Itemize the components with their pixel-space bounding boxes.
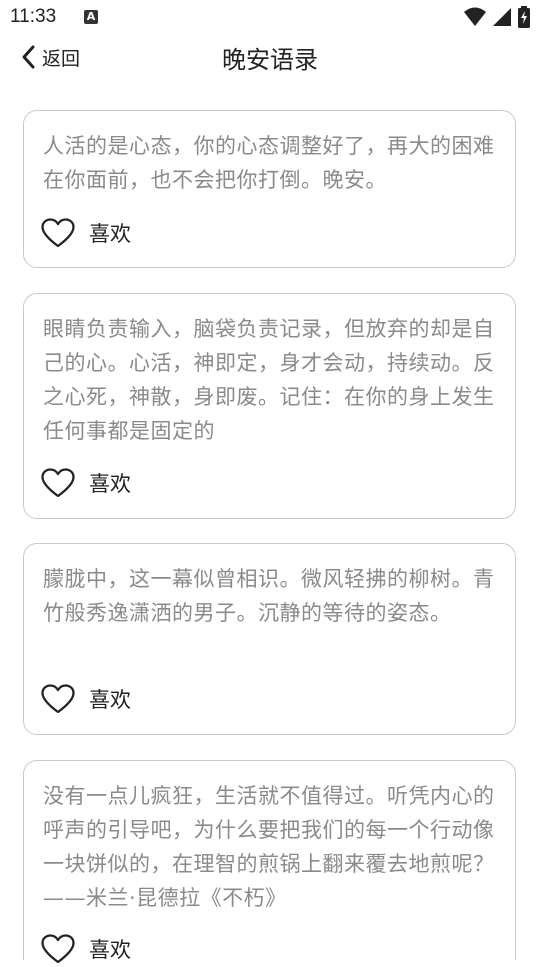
- battery-icon: [518, 6, 530, 28]
- heart-outline-icon: [41, 218, 75, 248]
- notification-icon: A: [84, 10, 98, 24]
- status-icons: [464, 6, 530, 28]
- quote-card: 人活的是心态，你的心态调整好了，再大的困难在你面前，也不会把你打倒。晚安。 喜欢: [23, 110, 516, 268]
- like-label: 喜欢: [89, 222, 131, 246]
- quote-text: 人活的是心态，你的心态调整好了，再大的困难在你面前，也不会把你打倒。晚安。: [43, 134, 495, 192]
- header: 返回 晚安语录: [0, 36, 540, 80]
- like-label: 喜欢: [89, 688, 131, 712]
- like-button[interactable]: 喜欢: [41, 931, 131, 967]
- like-button[interactable]: 喜欢: [41, 465, 131, 501]
- page-title: 晚安语录: [222, 46, 318, 74]
- heart-outline-icon: [41, 684, 75, 714]
- quote-card: 没有一点儿疯狂，生活就不值得过。听凭内心的呼声的引导吧，为什么要把我们的每一个行…: [23, 760, 516, 964]
- like-button[interactable]: 喜欢: [41, 681, 131, 717]
- wifi-icon: [464, 7, 486, 26]
- signal-icon: [493, 8, 511, 26]
- heart-outline-icon: [41, 468, 75, 498]
- status-time: 11:33: [10, 6, 57, 27]
- quote-text: 朦胧中，这一幕似曾相识。微风轻拂的柳树。青竹般秀逸潇洒的男子。沉静的等待的姿态。: [43, 567, 495, 625]
- quote-text: 没有一点儿疯狂，生活就不值得过。听凭内心的呼声的引导吧，为什么要把我们的每一个行…: [43, 784, 495, 910]
- quote-card: 朦胧中，这一幕似曾相识。微风轻拂的柳树。青竹般秀逸潇洒的男子。沉静的等待的姿态。…: [23, 543, 516, 735]
- like-button[interactable]: 喜欢: [41, 215, 131, 251]
- quote-text: 眼睛负责输入，脑袋负责记录，但放弃的却是自己的心。心活，神即定，身才会动，持续动…: [43, 317, 495, 443]
- like-label: 喜欢: [89, 472, 131, 496]
- quote-card: 眼睛负责输入，脑袋负责记录，但放弃的却是自己的心。心活，神即定，身才会动，持续动…: [23, 293, 516, 519]
- status-bar: 11:33 A: [0, 0, 540, 36]
